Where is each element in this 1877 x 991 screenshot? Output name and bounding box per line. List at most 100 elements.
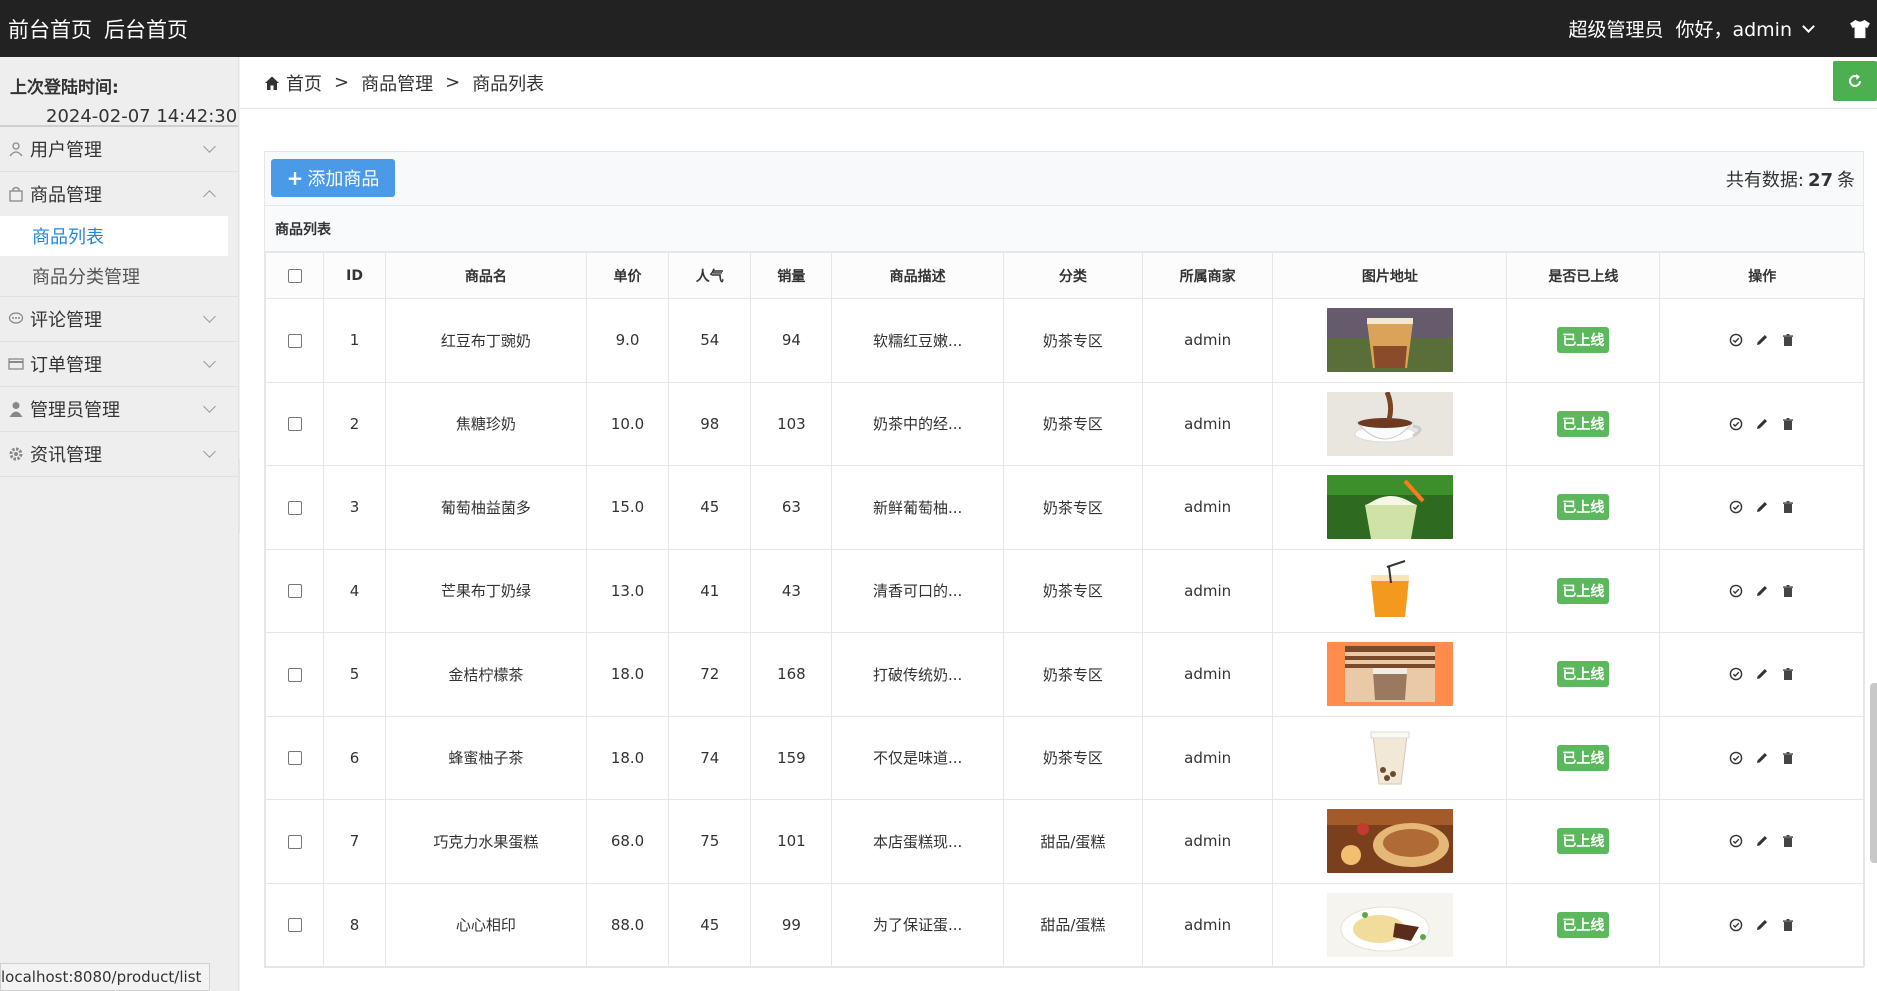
sidebar-item-products[interactable]: 商品管理	[0, 172, 238, 216]
person-icon	[9, 402, 23, 417]
trash-icon[interactable]	[1781, 584, 1795, 598]
sidebar-item-news[interactable]: 资讯管理	[0, 432, 238, 476]
check-circle-icon[interactable]	[1729, 500, 1743, 514]
back-home-link[interactable]: 后台首页	[104, 14, 188, 44]
col-header-image[interactable]: 图片地址	[1272, 252, 1508, 299]
edit-pencil-icon[interactable]	[1755, 333, 1769, 347]
product-thumbnail[interactable]	[1326, 475, 1453, 540]
popularity-cell: 41	[668, 548, 752, 633]
user-dropdown[interactable]: 你好，admin	[1675, 15, 1819, 42]
sidebar-item-comments[interactable]: 评论管理	[0, 297, 238, 341]
sidebar-subitem-category[interactable]: 商品分类管理	[0, 256, 238, 296]
row-checkbox[interactable]	[287, 417, 302, 432]
row-checkbox[interactable]	[287, 500, 302, 515]
scrollbar-thumb[interactable]	[1870, 683, 1877, 863]
price-cell: 68.0	[585, 799, 670, 884]
col-header-merchant[interactable]: 所属商家	[1142, 252, 1274, 299]
edit-pencil-icon[interactable]	[1755, 667, 1769, 681]
last-login-time: 2024-02-07 14:42:30	[46, 106, 238, 127]
description-cell: 清香可口的...	[831, 548, 1004, 633]
price-cell: 9.0	[585, 298, 670, 383]
plus-icon: +	[286, 166, 304, 190]
row-checkbox[interactable]	[287, 751, 302, 766]
front-home-link[interactable]: 前台首页	[8, 14, 92, 44]
edit-pencil-icon[interactable]	[1755, 834, 1769, 848]
check-circle-icon[interactable]	[1729, 918, 1743, 932]
chevron-down-icon	[1802, 20, 1815, 33]
col-header-description[interactable]: 商品描述	[831, 252, 1004, 299]
trash-icon[interactable]	[1781, 834, 1795, 848]
product-thumbnail[interactable]	[1326, 809, 1453, 874]
sidebar-item-users[interactable]: 用户管理	[0, 127, 238, 171]
edit-pencil-icon[interactable]	[1755, 417, 1769, 431]
price-cell: 88.0	[585, 882, 670, 967]
check-circle-icon[interactable]	[1729, 333, 1743, 347]
sidebar-item-orders[interactable]: 订单管理	[0, 342, 238, 386]
comment-icon	[8, 312, 24, 324]
product-thumbnail[interactable]	[1326, 725, 1453, 790]
col-header-category[interactable]: 分类	[1002, 252, 1144, 299]
sidebar-subitem-product-list[interactable]: 商品列表	[0, 216, 228, 256]
edit-pencil-icon[interactable]	[1755, 751, 1769, 765]
merchant-cell: admin	[1142, 799, 1274, 884]
product-thumbnail[interactable]	[1326, 308, 1453, 373]
product-name-cell: 红豆布丁豌奶	[384, 298, 587, 383]
col-header-online[interactable]: 是否已上线	[1506, 252, 1661, 299]
row-checkbox[interactable]	[287, 333, 302, 348]
chevron-down-icon	[203, 445, 216, 458]
menu-group-orders: 订单管理	[0, 342, 238, 387]
sidebar-item-admins[interactable]: 管理员管理	[0, 387, 238, 431]
chevron-down-icon	[203, 140, 216, 153]
col-header-id[interactable]: ID	[323, 252, 386, 299]
sidebar: 上次登陆时间: 2024-02-07 14:42:30 用户管理 商品管理 商品…	[0, 57, 239, 991]
select-all-checkbox[interactable]	[287, 268, 302, 283]
col-header-sales[interactable]: 销量	[750, 252, 833, 299]
price-cell: 13.0	[585, 548, 670, 633]
edit-pencil-icon[interactable]	[1755, 500, 1769, 514]
sidebar-item-label: 订单管理	[30, 355, 102, 376]
col-header-name[interactable]: 商品名	[384, 252, 587, 299]
edit-pencil-icon[interactable]	[1755, 584, 1769, 598]
product-thumbnail[interactable]	[1326, 892, 1453, 957]
check-circle-icon[interactable]	[1729, 667, 1743, 681]
row-checkbox[interactable]	[287, 918, 302, 933]
refresh-button[interactable]	[1833, 61, 1877, 101]
image-cell	[1272, 715, 1508, 800]
check-circle-icon[interactable]	[1729, 417, 1743, 431]
breadcrumb-level1[interactable]: 商品管理	[361, 70, 433, 96]
breadcrumb-home[interactable]: 首页	[286, 70, 322, 96]
sales-cell: 99	[750, 882, 833, 967]
trash-icon[interactable]	[1781, 918, 1795, 932]
row-select-cell	[264, 381, 325, 466]
shirt-icon[interactable]	[1849, 19, 1871, 39]
product-thumbnail[interactable]	[1326, 642, 1453, 707]
online-status-badge: 已上线	[1557, 577, 1610, 604]
row-checkbox[interactable]	[287, 584, 302, 599]
check-circle-icon[interactable]	[1729, 834, 1743, 848]
product-thumbnail[interactable]	[1326, 391, 1453, 456]
popularity-cell: 75	[668, 799, 752, 884]
table-header-row: ID 商品名 单价 人气 销量 商品描述 分类 所属商家 图片地址 是否已上线 …	[264, 252, 1865, 299]
trash-icon[interactable]	[1781, 751, 1795, 765]
col-header-popularity[interactable]: 人气	[668, 252, 752, 299]
trash-icon[interactable]	[1781, 417, 1795, 431]
row-checkbox[interactable]	[287, 834, 302, 849]
last-login-label: 上次登陆时间:	[10, 78, 119, 98]
add-product-button[interactable]: + 添加商品	[271, 159, 395, 197]
check-circle-icon[interactable]	[1729, 751, 1743, 765]
row-select-cell	[264, 465, 325, 550]
id-cell: 3	[323, 465, 386, 550]
trash-icon[interactable]	[1781, 667, 1795, 681]
product-thumbnail[interactable]	[1326, 558, 1453, 623]
edit-pencil-icon[interactable]	[1755, 918, 1769, 932]
check-circle-icon[interactable]	[1729, 584, 1743, 598]
trash-icon[interactable]	[1781, 500, 1795, 514]
image-cell	[1272, 548, 1508, 633]
row-select-cell	[264, 298, 325, 383]
row-checkbox[interactable]	[287, 667, 302, 682]
online-status-badge: 已上线	[1557, 744, 1610, 771]
product-name-cell: 葡萄柚益菌多	[384, 465, 587, 550]
popularity-cell: 74	[668, 715, 752, 800]
trash-icon[interactable]	[1781, 333, 1795, 347]
col-header-price[interactable]: 单价	[585, 252, 670, 299]
